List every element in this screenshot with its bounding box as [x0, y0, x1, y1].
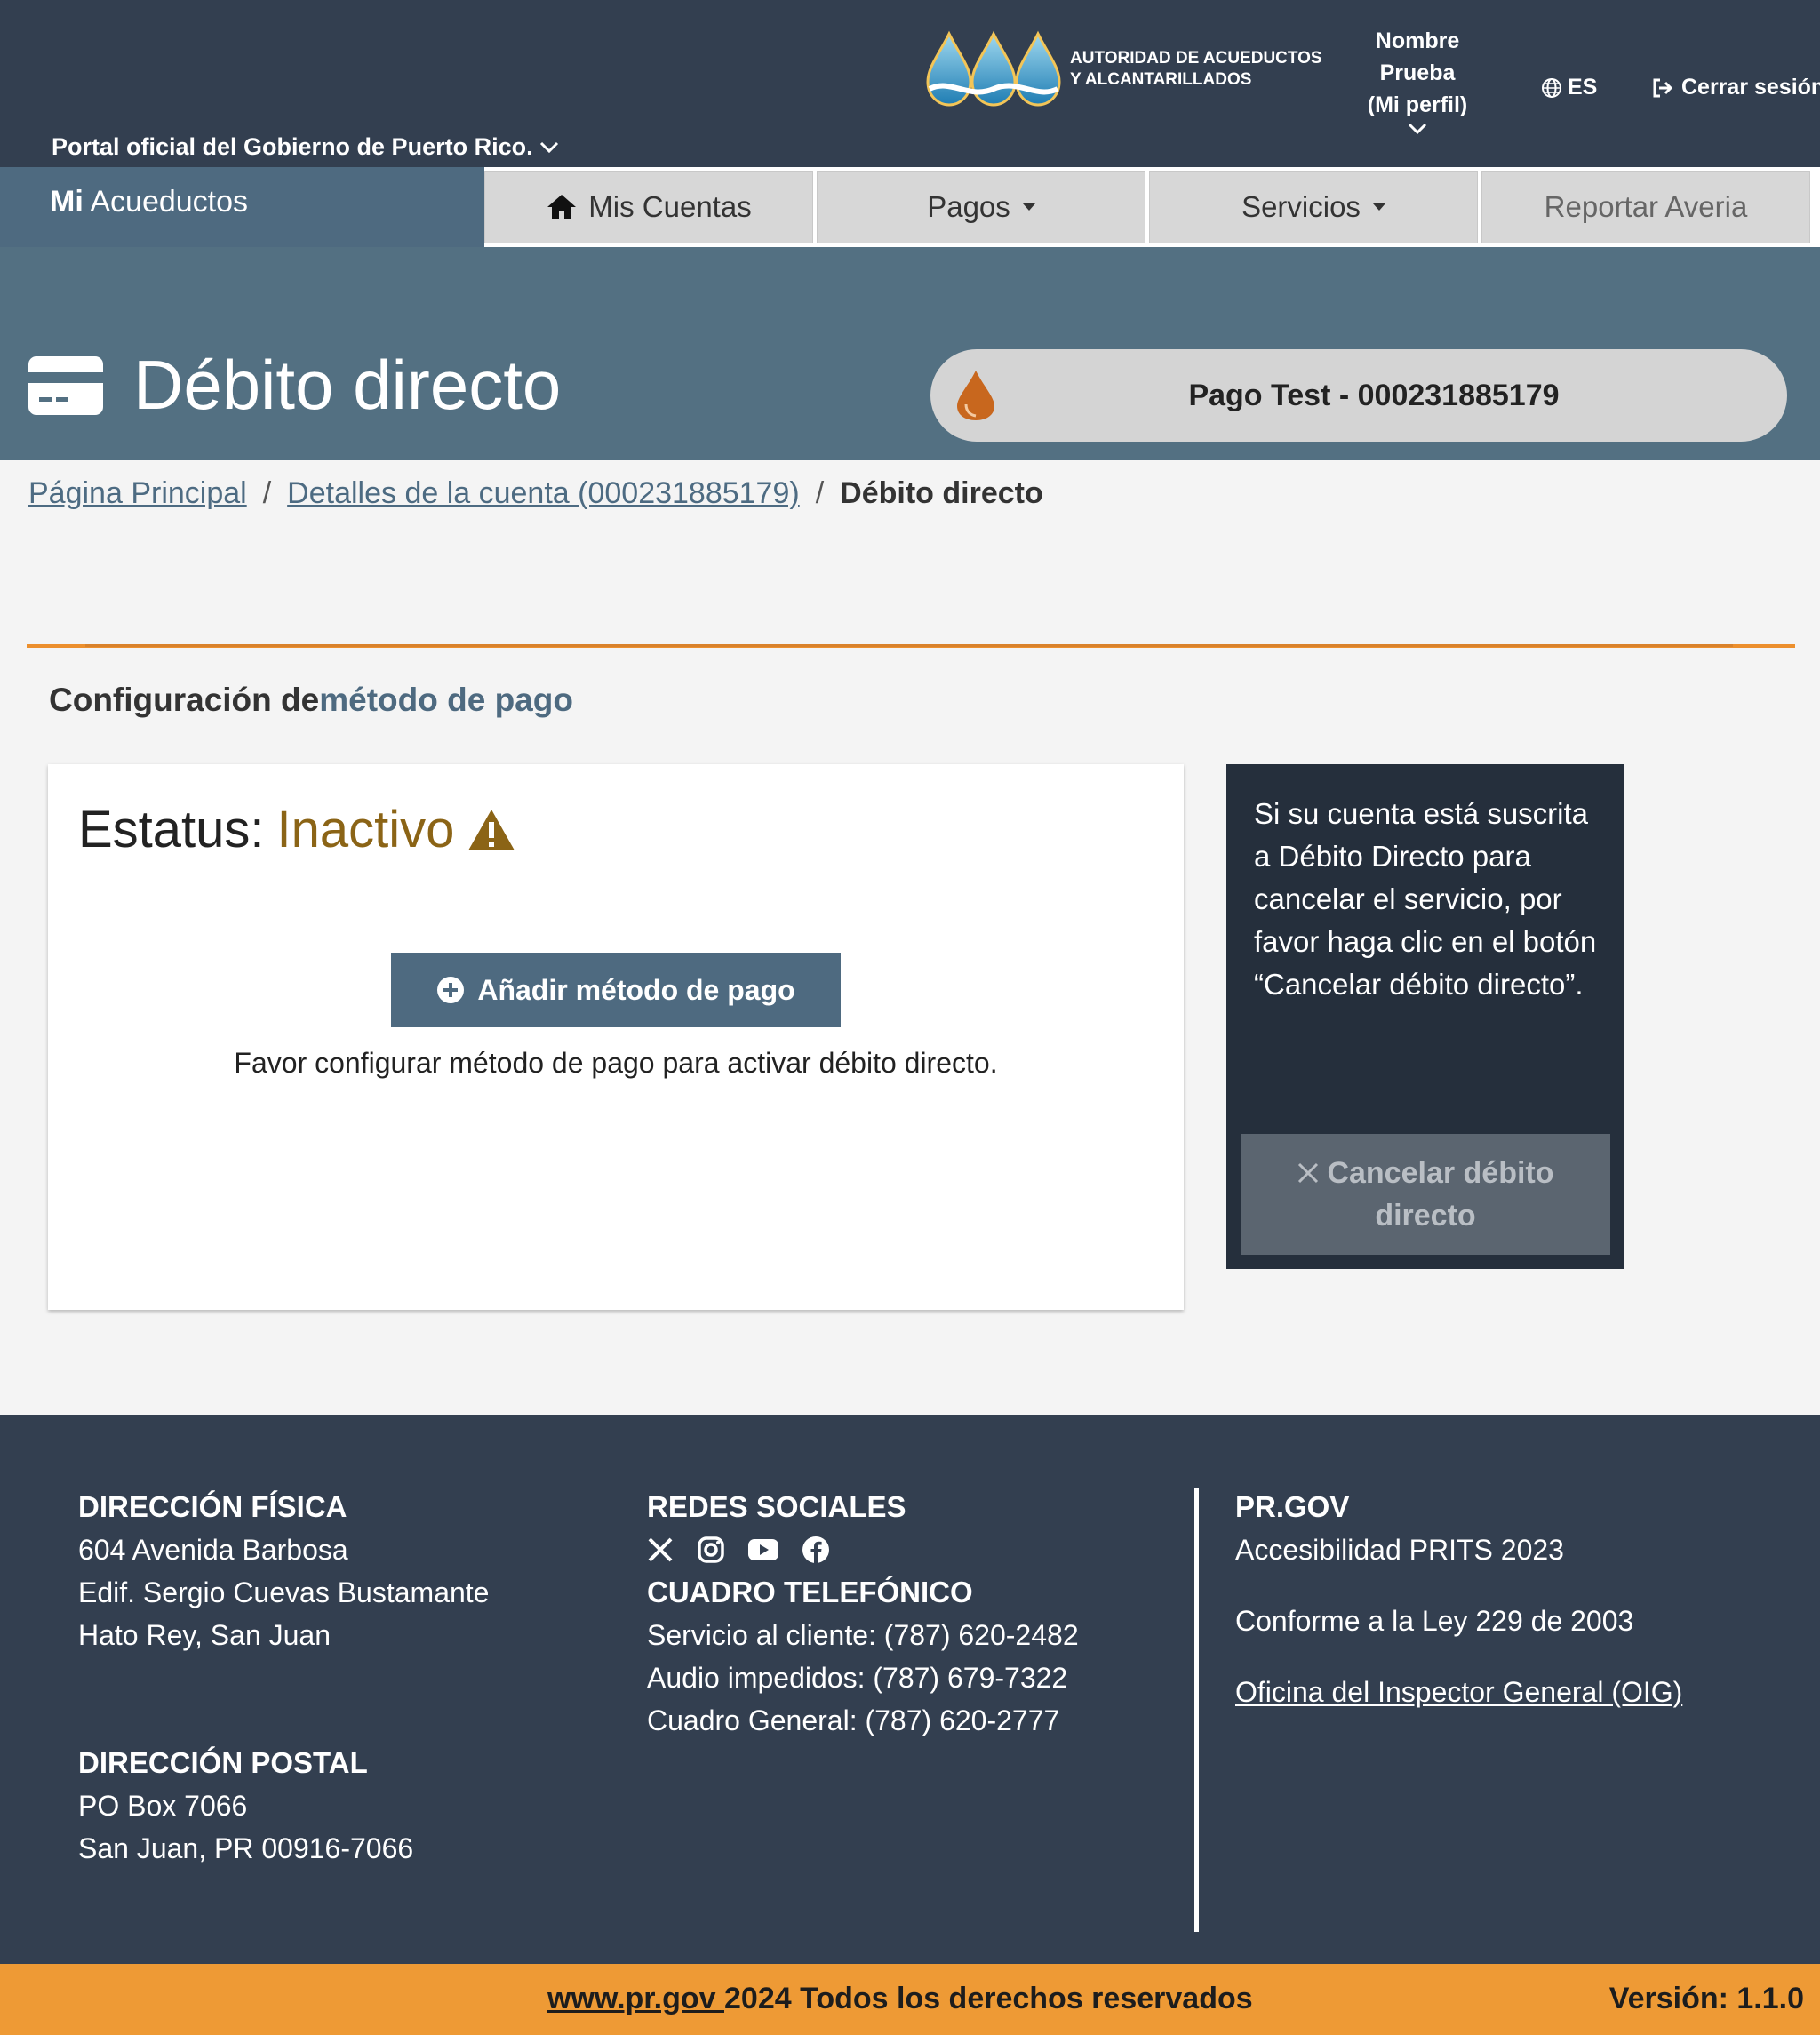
add-payment-method-label: Añadir método de pago [477, 973, 795, 1006]
social-heading: REDES SOCIALES [647, 1490, 906, 1523]
nav-mis-cuentas[interactable]: Mis Cuentas [484, 171, 813, 243]
brand-mi: Mi [50, 185, 84, 219]
physical-address-line: Edif. Sergio Cuevas Bustamante [78, 1576, 490, 1608]
footer-contact-column: REDES SOCIALES CUADRO TELEFÓNICO Servici… [647, 1486, 1079, 1742]
section-title-bold: método de pago [319, 682, 573, 718]
section-title-prefix: Configuración de [49, 682, 320, 718]
breadcrumb-separator: / [815, 476, 825, 510]
breadcrumb-home[interactable]: Página Principal [28, 476, 247, 511]
facebook-icon[interactable] [802, 1536, 830, 1564]
water-drops-logo-icon [926, 30, 1061, 107]
account-label: Pago Test - 000231885179 [1188, 378, 1560, 412]
logo-text: AUTORIDAD DE ACUEDUCTOS Y ALCANTARILLADO… [1070, 48, 1322, 91]
close-icon [1298, 1162, 1319, 1184]
x-icon[interactable] [647, 1536, 674, 1563]
chevron-down-icon [539, 141, 558, 153]
postal-address-line: PO Box 7066 [78, 1790, 248, 1822]
home-icon [547, 195, 577, 219]
prgov-law: Conforme a la Ley 229 de 2003 [1235, 1605, 1634, 1637]
prgov-accessibility: Accesibilidad PRITS 2023 [1235, 1534, 1564, 1566]
phone-line[interactable]: Servicio al cliente: (787) 620-2482 [647, 1614, 1079, 1656]
copyright: www.pr.gov 2024 Todos los derechos reser… [547, 1982, 1253, 2016]
footer: DIRECCIÓN FÍSICA 604 Avenida Barbosa Edi… [0, 1415, 1820, 1964]
nav-reportar-averia-label: Reportar Averia [1544, 190, 1748, 223]
phone-line[interactable]: Cuadro General: (787) 620-2777 [647, 1699, 1079, 1742]
oig-link[interactable]: Oficina del Inspector General (OIG) [1235, 1676, 1682, 1708]
water-drop-icon [957, 371, 994, 420]
breadcrumb: Página Principal / Detalles de la cuenta… [28, 476, 1043, 511]
copyright-bar: www.pr.gov 2024 Todos los derechos reser… [0, 1964, 1820, 2035]
gov-portal-label: Portal oficial del Gobierno de Puerto Ri… [52, 133, 533, 160]
section-divider [27, 644, 1795, 648]
physical-address-line: Hato Rey, San Juan [78, 1619, 331, 1651]
social-links [647, 1528, 1079, 1571]
page-title-group: Débito directo [28, 345, 561, 426]
logout-link[interactable]: Cerrar sesión [1651, 75, 1820, 100]
language-label: ES [1568, 75, 1598, 100]
prgov-heading: PR.GOV [1235, 1490, 1350, 1523]
nav-servicios-label: Servicios [1241, 190, 1361, 223]
cancel-direct-debit-button[interactable]: Cancelar débito directo [1241, 1134, 1610, 1255]
nav-servicios[interactable]: Servicios [1149, 171, 1478, 243]
status-value: Inactivo [276, 801, 455, 858]
status-line: Estatus: Inactivo [78, 800, 516, 859]
profile-last-name: Prueba [1379, 60, 1456, 85]
nav-reportar-averia[interactable]: Reportar Averia [1481, 171, 1810, 243]
app-version: Versión: 1.1.0 [1608, 1982, 1804, 2015]
nav-pagos-label: Pagos [927, 190, 1010, 223]
main-nav: Mis Cuentas Pagos Servicios Reportar Ave… [484, 167, 1820, 247]
cancel-info-card: Si su cuenta está suscrita a Débito Dire… [1226, 764, 1624, 1269]
instagram-icon[interactable] [697, 1536, 725, 1564]
postal-address-heading: DIRECCIÓN POSTAL [78, 1746, 368, 1779]
globe-icon [1542, 77, 1561, 98]
cancel-direct-debit-label: Cancelar débito directo [1327, 1156, 1554, 1233]
sign-out-icon [1653, 78, 1673, 97]
logo-line-1: AUTORIDAD DE ACUEDUCTOS [1070, 49, 1322, 68]
language-selector[interactable]: ES [1541, 75, 1597, 100]
caret-down-icon [1022, 204, 1035, 211]
add-payment-hint: Favor configurar método de pago para act… [234, 1047, 998, 1079]
page-header: Débito directo Pago Test - 000231885179 [0, 247, 1820, 460]
copyright-text: 2024 Todos los derechos reservados [724, 1982, 1253, 2015]
site-brand[interactable]: Mi Acueductos [0, 167, 484, 247]
nav-pagos[interactable]: Pagos [817, 171, 1145, 243]
breadcrumb-separator: / [262, 476, 272, 510]
aaa-logo[interactable]: AUTORIDAD DE ACUEDUCTOS Y ALCANTARILLADO… [924, 30, 1322, 108]
add-payment-method-button[interactable]: Añadir método de pago [391, 953, 841, 1027]
physical-address-line: 604 Avenida Barbosa [78, 1534, 348, 1566]
nav-mis-cuentas-label: Mis Cuentas [588, 190, 752, 223]
breadcrumb-current: Débito directo [840, 476, 1043, 510]
warning-icon [468, 809, 515, 850]
account-selector[interactable]: Pago Test - 000231885179 [930, 349, 1787, 442]
physical-address-heading: DIRECCIÓN FÍSICA [78, 1490, 347, 1523]
section-title: Configuración demétodo de pago [49, 682, 573, 719]
caret-down-icon [1372, 204, 1385, 211]
breadcrumb-account[interactable]: Detalles de la cuenta (000231885179) [287, 476, 800, 511]
gov-portal-link[interactable]: Portal oficial del Gobierno de Puerto Ri… [52, 133, 560, 161]
status-card: Estatus: Inactivo Añadir método de pago … [48, 764, 1184, 1310]
prgov-site-link[interactable]: www.pr.gov [547, 1982, 724, 2015]
logout-label: Cerrar sesión [1681, 75, 1820, 100]
page-title: Débito directo [133, 346, 562, 424]
footer-prgov-column: PR.GOV Accesibilidad PRITS 2023 Conforme… [1235, 1486, 1682, 1713]
logo-line-2: Y ALCANTARILLADOS [1070, 70, 1252, 89]
youtube-icon[interactable] [748, 1538, 778, 1561]
brand-name: Acueductos [90, 185, 249, 219]
profile-first-name: Nombre [1375, 28, 1460, 53]
chevron-down-icon [1408, 123, 1427, 135]
cancel-info-text: Si su cuenta está suscrita a Débito Dire… [1254, 797, 1597, 1001]
section-divider-inner [85, 644, 1733, 647]
footer-divider [1194, 1488, 1199, 1932]
top-bar: AUTORIDAD DE ACUEDUCTOS Y ALCANTARILLADO… [0, 0, 1820, 167]
status-label: Estatus: [78, 801, 265, 858]
phones-heading: CUADRO TELEFÓNICO [647, 1576, 973, 1608]
footer-address-column: DIRECCIÓN FÍSICA 604 Avenida Barbosa Edi… [78, 1486, 489, 1870]
phone-line[interactable]: Audio impedidos: (787) 679-7322 [647, 1656, 1079, 1699]
postal-address-line: San Juan, PR 00916-7066 [78, 1832, 414, 1864]
credit-card-icon [28, 355, 103, 415]
profile-menu[interactable]: Nombre Prueba (Mi perfil) [1342, 25, 1493, 135]
profile-link-label: (Mi perfil) [1367, 92, 1468, 117]
plus-circle-icon [437, 977, 465, 1003]
